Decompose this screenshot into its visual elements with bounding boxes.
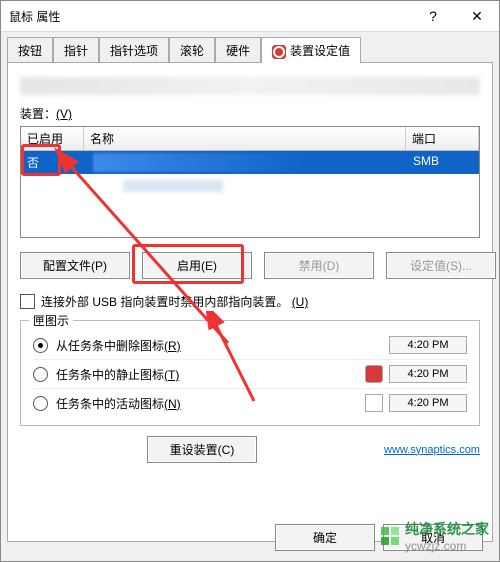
radio-remove-icon[interactable]: 从任务条中删除图标(R) 4:20 PM bbox=[33, 331, 467, 360]
radio-label: 任务条中的静止图标(T) bbox=[56, 366, 179, 383]
synaptics-icon bbox=[272, 45, 286, 59]
radio-icon[interactable] bbox=[33, 367, 48, 382]
device-label-text: 装置： bbox=[20, 107, 56, 121]
bottom-row: 重设装置(C) www.synaptics.com bbox=[20, 436, 480, 463]
ok-button[interactable]: 确定 bbox=[275, 524, 375, 551]
tab-buttons[interactable]: 按钮 bbox=[7, 37, 53, 63]
cell-name bbox=[83, 151, 407, 174]
tab-pointer-options[interactable]: 指针选项 bbox=[99, 37, 169, 63]
dialog-footer-buttons: 确定 取消 bbox=[275, 524, 483, 551]
device-row[interactable]: 否 SMB bbox=[21, 151, 479, 174]
time-preview: 4:20 PM bbox=[389, 365, 467, 383]
titlebar: 鼠标 属性 ? ✕ bbox=[1, 1, 499, 32]
checkbox-icon[interactable] bbox=[20, 294, 35, 309]
disable-button: 禁用(D) bbox=[264, 252, 374, 279]
help-button[interactable]: ? bbox=[411, 1, 455, 31]
tab-wheel[interactable]: 滚轮 bbox=[169, 37, 215, 63]
enable-button[interactable]: 启用(E) bbox=[142, 252, 252, 279]
radio-icon[interactable] bbox=[33, 396, 48, 411]
col-enabled[interactable]: 已启用 bbox=[21, 127, 84, 150]
radio-active-icon[interactable]: 任务条中的活动图标(N) 4:20 PM bbox=[33, 389, 467, 417]
radio-label: 从任务条中删除图标(R) bbox=[56, 337, 181, 354]
tab-device-settings[interactable]: 装置设定值 bbox=[261, 37, 361, 63]
device-buttons-row: 配置文件(P) 启用(E) 禁用(D) 设定值(S)... bbox=[20, 252, 480, 279]
radio-label: 任务条中的活动图标(N) bbox=[56, 395, 181, 412]
device-label: 装置：(V) bbox=[20, 105, 480, 122]
synaptics-link[interactable]: www.synaptics.com bbox=[384, 444, 480, 456]
radio-icon[interactable] bbox=[33, 338, 48, 353]
tab-pointers[interactable]: 指针 bbox=[53, 37, 99, 63]
cell-port: SMB bbox=[407, 151, 479, 174]
dialog-window: 鼠标 属性 ? ✕ 按钮 指针 指针选项 滚轮 硬件 装置设定值 装置：(V) … bbox=[0, 0, 500, 562]
usb-checkbox-row[interactable]: 连接外部 USB 指向装置时禁用内部指向装置。 (U) bbox=[20, 293, 480, 310]
tray-icon-gray bbox=[365, 394, 383, 412]
tab-hardware[interactable]: 硬件 bbox=[215, 37, 261, 63]
tab-panel: 装置：(V) 已启用 名称 端口 否 SMB 配置文件(P) 启用(E) 禁用(… bbox=[7, 62, 493, 542]
device-table-header: 已启用 名称 端口 bbox=[21, 127, 479, 151]
tab-device-settings-label: 装置设定值 bbox=[290, 44, 350, 58]
close-button[interactable]: ✕ bbox=[455, 1, 499, 31]
radio-static-icon[interactable]: 任务条中的静止图标(T) 4:20 PM bbox=[33, 360, 467, 389]
reset-button[interactable]: 重设装置(C) bbox=[147, 436, 257, 463]
cancel-button[interactable]: 取消 bbox=[383, 524, 483, 551]
time-preview: 4:20 PM bbox=[389, 394, 467, 412]
checkbox-label: 连接外部 USB 指向装置时禁用内部指向装置。 (U) bbox=[41, 293, 308, 310]
window-title: 鼠标 属性 bbox=[9, 8, 60, 25]
tray-group-title: 匣图示 bbox=[29, 312, 73, 329]
redacted-text bbox=[20, 77, 480, 95]
tray-icon-group: 匣图示 从任务条中删除图标(R) 4:20 PM 任务条中的静止图标(T) 4:… bbox=[20, 320, 480, 426]
window-buttons: ? ✕ bbox=[411, 1, 499, 31]
cell-enabled: 否 bbox=[21, 151, 83, 174]
profile-button[interactable]: 配置文件(P) bbox=[20, 252, 130, 279]
col-port[interactable]: 端口 bbox=[406, 127, 479, 150]
col-name[interactable]: 名称 bbox=[84, 127, 406, 150]
device-table[interactable]: 已启用 名称 端口 否 SMB bbox=[20, 126, 480, 238]
time-preview: 4:20 PM bbox=[389, 336, 467, 354]
tray-icon-red bbox=[365, 365, 383, 383]
setvalue-button: 设定值(S)... bbox=[386, 252, 496, 279]
tabstrip: 按钮 指针 指针选项 滚轮 硬件 装置设定值 bbox=[1, 32, 499, 62]
device-label-key: (V) bbox=[56, 107, 72, 121]
